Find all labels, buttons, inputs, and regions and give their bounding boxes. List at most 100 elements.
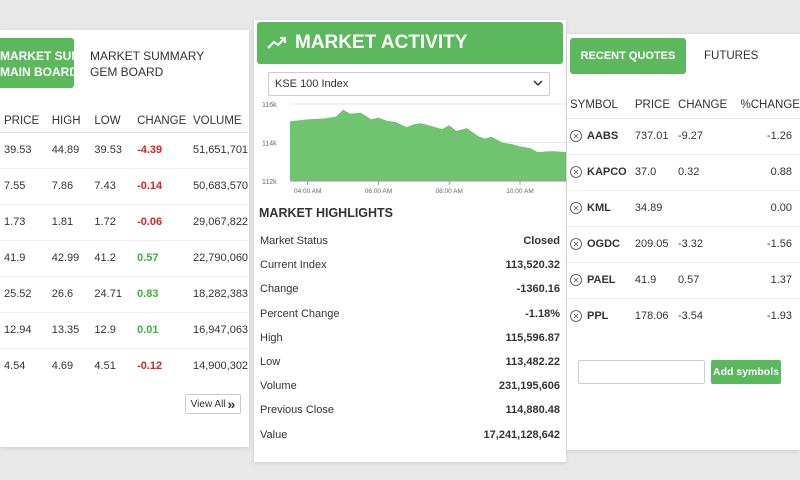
remove-symbol-icon[interactable]: ✕ (570, 274, 582, 286)
market-summary-tabs: MARKET SUMMARY MAIN BOARD MARKET SUMMARY… (0, 38, 249, 88)
symbol-cell: ✕ OGDC (570, 238, 631, 250)
table-row[interactable]: ✕ OGDC 209.05 -3.32 -1.56 (567, 225, 800, 262)
col-header-high: HIGH (47, 110, 93, 133)
chevron-down-icon (533, 80, 543, 87)
tab-recent-quotes[interactable]: RECENT QUOTES (570, 38, 686, 74)
table-row[interactable]: 12.94 13.35 12.9 0.01 16,947,063 (0, 311, 249, 348)
table-row[interactable]: 39.53 44.89 39.53 -4.39 51,651,701 (0, 131, 249, 168)
highlight-label: Percent Change (260, 307, 340, 320)
double-chevron-right-icon: » (227, 396, 236, 412)
highlight-label: Value (260, 428, 288, 441)
cell-price: 41.9 (630, 261, 674, 298)
highlight-row: Current Index 113,520.32 (260, 255, 560, 275)
cell-volume: 22,790,060 (189, 239, 249, 276)
remove-symbol-icon[interactable]: ✕ (570, 202, 582, 214)
cell-low: 39.53 (92, 131, 134, 168)
cell-pchange: 1.37 (732, 261, 800, 298)
view-all-button[interactable]: View All » (185, 394, 241, 414)
cell-change: -9.27 (673, 117, 733, 154)
cell-price: 7.55 (0, 167, 48, 204)
cell-price: 178.06 (630, 297, 674, 334)
highlight-label: Market Status (260, 235, 328, 247)
symbol-cell: ✕ KAPCO (570, 166, 631, 178)
table-row[interactable]: 41.9 42.99 41.2 0.57 22,790,060 (0, 239, 249, 276)
highlight-row: Percent Change -1.18% (260, 304, 560, 324)
cell-symbol: ✕ OGDC (567, 225, 631, 262)
remove-symbol-icon[interactable]: ✕ (570, 130, 582, 142)
y-tick-label: 112k (262, 179, 277, 186)
remove-symbol-icon[interactable]: ✕ (570, 166, 582, 178)
y-tick-label: 116k (262, 102, 277, 109)
highlight-value: 231,195,606 (498, 380, 560, 393)
cell-change: -0.12 (133, 347, 189, 384)
market-activity-header: MARKET ACTIVITY (257, 22, 563, 64)
symbol-label: PAEL (587, 274, 616, 286)
cell-pchange: 0.00 (732, 189, 800, 226)
view-all-label: View All (190, 398, 226, 410)
symbol-cell: ✕ PPL (570, 310, 631, 323)
add-symbols-button[interactable]: Add symbols (711, 360, 781, 384)
symbol-label: KML (587, 202, 611, 214)
recent-quotes-table: SYMBOL PRICE CHANGE %CHANGE ✕ AABS 737.01-… (567, 92, 800, 334)
cell-high: 1.81 (47, 203, 93, 240)
cell-change: -0.06 (133, 203, 189, 240)
highlight-value: -1360.16 (516, 283, 560, 296)
table-row[interactable]: ✕ PAEL 41.9 0.57 1.37 (567, 261, 800, 298)
cell-high: 26.6 (47, 275, 93, 312)
cell-high: 42.99 (47, 239, 93, 276)
table-row[interactable]: ✕ PPL 178.06 -3.54 -1.93 (567, 297, 800, 334)
table-row[interactable]: 1.73 1.81 1.72 -0.06 29,067,822 (0, 203, 249, 240)
tab-market-summary-main-board[interactable]: MARKET SUMMARY MAIN BOARD (0, 38, 117, 88)
tab-label-line1: MARKET SUMMARY (90, 49, 205, 63)
table-row[interactable]: ✕ KAPCO 37.0 0.32 0.88 (567, 153, 800, 190)
highlight-value: 17,241,128,642 (483, 428, 560, 441)
cell-volume: 16,947,063 (189, 311, 249, 348)
highlight-label: Current Index (260, 259, 327, 272)
y-tick-label: 114k (262, 141, 277, 148)
cell-change: 0.01 (133, 311, 189, 348)
col-header-percent-change: %CHANGE (732, 92, 800, 119)
selected-index-value: KSE 100 Index (275, 78, 349, 90)
highlight-value: 114,880.48 (505, 404, 560, 417)
col-header-change: CHANGE (133, 110, 189, 133)
table-row[interactable]: 25.52 26.6 24.71 0.83 18,282,383 (0, 275, 249, 312)
cell-symbol: ✕ PPL (567, 297, 631, 334)
remove-symbol-icon[interactable]: ✕ (570, 310, 582, 323)
highlight-label: Low (260, 356, 281, 368)
symbol-label: OGDC (587, 238, 620, 250)
tab-market-summary-gem-board[interactable]: MARKET SUMMARY GEM BOARD (90, 48, 204, 80)
highlight-row: Value 17,241,128,642 (260, 425, 560, 445)
tab-label-line1: MARKET SUMMARY (0, 49, 117, 63)
cell-price: 209.05 (630, 225, 674, 262)
cell-symbol: ✕ KML (567, 189, 631, 226)
remove-symbol-icon[interactable]: ✕ (570, 238, 582, 250)
symbol-cell: ✕ KML (570, 202, 631, 214)
highlight-value: Closed (523, 235, 560, 247)
table-row[interactable]: ✕ KML 34.89 0.00 (567, 189, 800, 226)
table-row[interactable]: ✕ AABS 737.01 -9.27 -1.26 (567, 117, 800, 154)
cell-low: 41.2 (92, 239, 134, 276)
index-select[interactable]: KSE 100 Index (268, 72, 550, 96)
index-area-series (290, 109, 566, 181)
col-header-low: LOW (92, 110, 134, 133)
cell-volume: 29,067,822 (189, 203, 249, 240)
table-row[interactable]: 7.55 7.86 7.43 -0.14 50,683,570 (0, 167, 249, 204)
table-row[interactable]: 4.54 4.69 4.51 -0.12 14,900,302 (0, 347, 249, 384)
cell-price: 39.53 (0, 131, 48, 168)
cell-symbol: ✕ PAEL (567, 261, 631, 298)
tab-futures[interactable]: FUTURES (704, 50, 758, 62)
cell-change: 0.57 (673, 261, 733, 298)
highlight-value: 113,520.32 (505, 259, 560, 272)
cell-price: 12.94 (0, 311, 48, 348)
symbol-input[interactable] (578, 360, 705, 384)
highlight-row: Change -1360.16 (260, 279, 560, 299)
tab-label-line2: MAIN BOARD (0, 65, 78, 79)
cell-low: 1.72 (92, 203, 134, 240)
tab-label-line2: GEM BOARD (90, 65, 164, 79)
highlight-label: Change (260, 283, 299, 296)
highlight-value: 115,596.87 (505, 331, 560, 344)
cell-price: 37.0 (630, 153, 674, 190)
cell-change: 0.57 (133, 239, 189, 276)
cell-high: 7.86 (47, 167, 93, 204)
highlight-value: -1.18% (525, 307, 560, 320)
